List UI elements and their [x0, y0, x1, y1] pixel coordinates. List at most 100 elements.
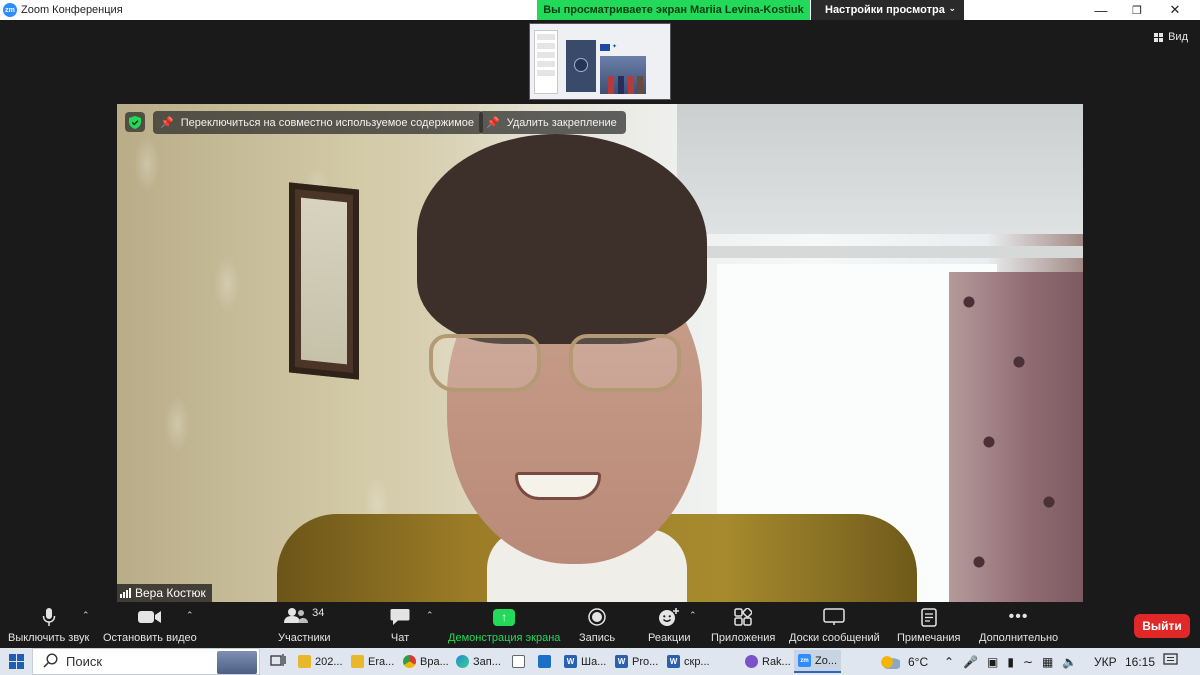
- taskbar-app-7[interactable]: W скр...: [663, 650, 714, 673]
- taskbar-app-label: Pro...: [632, 655, 659, 668]
- close-icon: ✕: [1169, 2, 1181, 17]
- view-button-label: Вид: [1168, 31, 1188, 43]
- erasmus-logo-icon: ✦: [612, 44, 618, 50]
- record-icon: [588, 606, 606, 628]
- share-screen-button[interactable]: ↑ Демонстрация экрана: [448, 606, 560, 644]
- unpin-icon: 📌: [486, 117, 500, 129]
- viber-icon: [745, 655, 758, 668]
- wifi-icon[interactable]: ∼: [1023, 655, 1033, 669]
- zoom-icon: zm: [798, 654, 811, 667]
- apps-label: Приложения: [711, 632, 776, 644]
- taskbar-app-label: Ша...: [581, 655, 607, 668]
- taskbar-app-4[interactable]: Зап...: [452, 650, 505, 673]
- windows-logo-icon: [8, 654, 24, 669]
- taskbar-app-label: Zo...: [815, 654, 838, 667]
- chat-label: Чат: [390, 632, 410, 644]
- weather-widget[interactable]: 6°C: [880, 648, 928, 675]
- chat-options-caret-icon[interactable]: ⌃: [426, 610, 434, 621]
- word-icon: W: [615, 655, 628, 668]
- chat-button[interactable]: Чат: [390, 606, 410, 644]
- taskbar-app-1[interactable]: 202...: [294, 650, 347, 673]
- stop-video-button[interactable]: Остановить видео: [103, 606, 197, 644]
- taskbar-app-label: 202...: [315, 655, 343, 668]
- apps-button[interactable]: Приложения: [711, 606, 775, 644]
- search-icon: [43, 652, 58, 671]
- mute-button[interactable]: Выключить звук: [8, 606, 89, 644]
- close-button[interactable]: ✕: [1157, 0, 1193, 20]
- thumbnail-group-photo: [600, 56, 646, 94]
- audio-options-caret-icon[interactable]: ⌃: [82, 610, 90, 621]
- taskbar-app-3[interactable]: Вра...: [399, 650, 453, 673]
- taskbar-app-defender[interactable]: [534, 650, 555, 673]
- notes-icon: [921, 606, 937, 628]
- taskbar-app-8[interactable]: Rak...: [741, 650, 795, 673]
- apps-icon: [734, 606, 753, 628]
- start-button[interactable]: [0, 648, 32, 675]
- microphone-tray-icon[interactable]: 🎤: [963, 655, 978, 669]
- encryption-shield-icon[interactable]: [125, 112, 145, 132]
- switch-shared-content-button[interactable]: 📌 Переключиться на совместно используемо…: [153, 111, 484, 134]
- view-button[interactable]: Вид: [1154, 31, 1188, 43]
- whiteboards-label: Доски сообщений: [789, 632, 880, 644]
- ime-icon[interactable]: ▦: [1042, 655, 1053, 669]
- minimize-button[interactable]: —: [1083, 0, 1119, 20]
- taskbar-app-label: Era...: [368, 655, 395, 668]
- participants-button[interactable]: 34 Участники: [278, 606, 331, 644]
- taskbar-app-2[interactable]: Era...: [347, 650, 398, 673]
- participants-count: 34: [312, 607, 325, 619]
- video-camera-icon: [137, 606, 162, 628]
- chrome-icon: [403, 655, 416, 668]
- notes-button[interactable]: Примечания: [897, 606, 961, 644]
- app-title: Zoom Конференция: [21, 4, 123, 16]
- notifications-button[interactable]: [1163, 648, 1178, 675]
- language-indicator[interactable]: УКР: [1094, 648, 1117, 675]
- taskbar-app-calendar[interactable]: [508, 650, 529, 673]
- defender-shield-icon: [538, 655, 551, 668]
- reactions-button[interactable]: Реакции: [648, 606, 691, 644]
- system-tray: ⌃ 🎤 ▣ ▮ ∼ ▦ 🔈: [944, 648, 1077, 675]
- taskbar-app-5[interactable]: W Ша...: [560, 650, 610, 673]
- chevron-down-icon: ⌄: [948, 3, 956, 13]
- more-dots-icon: •••: [1008, 608, 1029, 625]
- share-screen-label: Демонстрация экрана: [448, 632, 561, 644]
- taskbar-app-6[interactable]: W Pro...: [611, 650, 662, 673]
- language-label: УКР: [1094, 654, 1117, 669]
- task-view-button[interactable]: [266, 650, 290, 673]
- taskbar-search[interactable]: Поиск: [32, 648, 260, 675]
- word-icon: W: [564, 655, 577, 668]
- taskbar-app-9[interactable]: zm Zo...: [794, 650, 842, 673]
- more-label: Дополнительно: [979, 632, 1059, 644]
- notes-label: Примечания: [897, 632, 961, 644]
- wall-picture-frame: [289, 182, 359, 380]
- leave-button[interactable]: Выйти: [1134, 614, 1190, 638]
- folder-icon: [298, 655, 311, 668]
- taskbar-app-label: скр...: [684, 655, 710, 668]
- record-button[interactable]: Запись: [579, 606, 615, 644]
- volume-icon[interactable]: 🔈: [1062, 655, 1077, 669]
- zoom-logo-icon: zm: [3, 3, 17, 17]
- video-options-caret-icon[interactable]: ⌃: [186, 610, 194, 621]
- more-button[interactable]: ••• Дополнительно: [979, 606, 1058, 644]
- weather-cloud-icon: [880, 654, 900, 669]
- share-screen-arrow-icon: ↑: [493, 608, 516, 626]
- whiteboards-button[interactable]: Доски сообщений: [789, 606, 880, 644]
- reactions-label: Реакции: [648, 632, 691, 644]
- participant-video[interactable]: 📌 Переключиться на совместно используемо…: [117, 104, 1083, 602]
- smiley-plus-icon: [658, 606, 680, 628]
- remove-pin-button[interactable]: 📌 Удалить закрепление: [479, 111, 626, 134]
- person-smile: [515, 472, 601, 500]
- screen-share-banner: Вы просматриваете экран Mariia Levina-Ko…: [537, 0, 810, 20]
- view-settings-button[interactable]: Настройки просмотра ⌄: [811, 0, 964, 20]
- reactions-options-caret-icon[interactable]: ⌃: [689, 610, 697, 621]
- meeting-toolbar: Выключить звук ⌃ Остановить видео ⌃ 34 У…: [0, 602, 1200, 648]
- pin-icon: 📌: [160, 117, 174, 129]
- clock[interactable]: 16:15: [1125, 648, 1155, 675]
- battery-icon[interactable]: ▮: [1007, 655, 1014, 669]
- maximize-button[interactable]: ❐: [1119, 0, 1155, 20]
- participant-name-tag: Вера Костюк: [117, 584, 212, 602]
- shared-screen-thumbnail[interactable]: ✦: [529, 23, 671, 100]
- show-hidden-icons-chevron-icon[interactable]: ⌃: [944, 655, 954, 669]
- chat-bubble-icon: [390, 606, 410, 628]
- screen-tray-icon[interactable]: ▣: [987, 655, 998, 669]
- search-placeholder: Поиск: [66, 654, 103, 669]
